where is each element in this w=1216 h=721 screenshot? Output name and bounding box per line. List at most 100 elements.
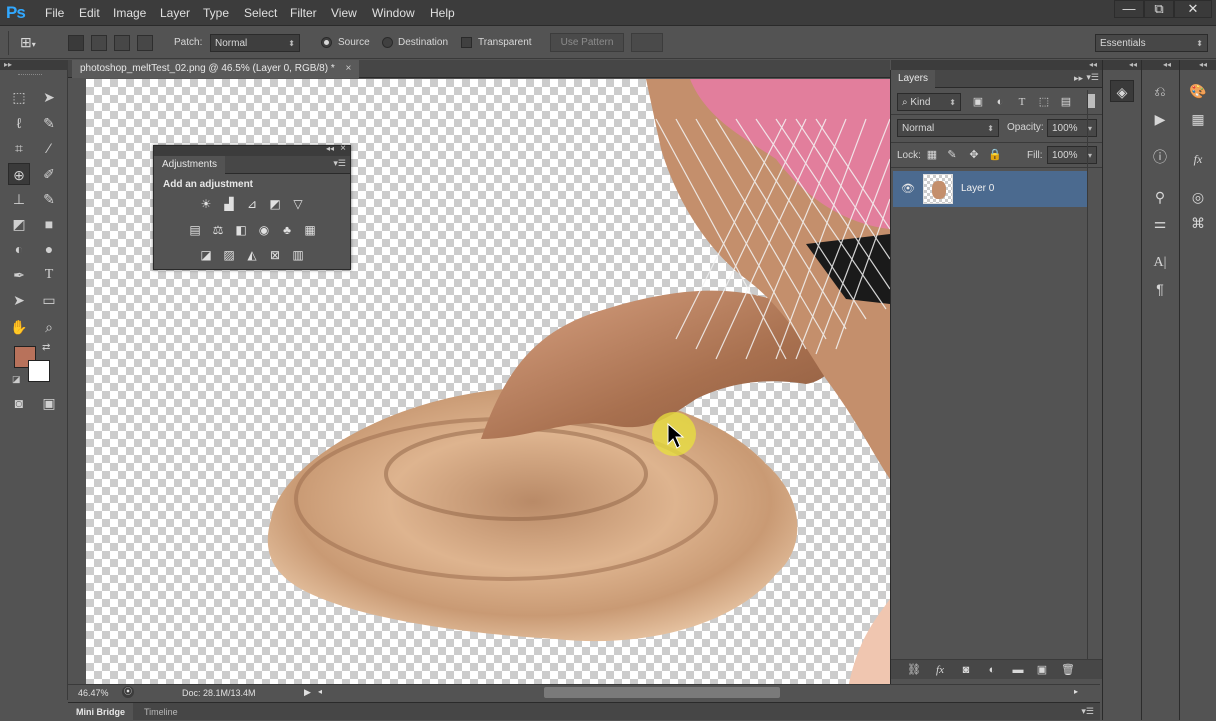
menu-type[interactable]: Type: [203, 6, 229, 20]
menu-file[interactable]: File: [45, 6, 64, 20]
eraser-tool-icon[interactable]: ◩: [8, 213, 30, 235]
subtract-from-selection-button[interactable]: [114, 35, 130, 51]
screen-mode-icon[interactable]: ▣: [38, 392, 60, 414]
styles-panel-icon[interactable]: fx: [1186, 148, 1210, 170]
photo-filter-icon[interactable]: ◉: [256, 223, 272, 237]
vibrance-icon[interactable]: ▽: [290, 197, 306, 211]
dock-collapse-icon[interactable]: ◂◂: [1199, 60, 1207, 69]
crop-tool-icon[interactable]: ⌗: [8, 137, 30, 159]
dock-collapse-icon[interactable]: ◂◂: [1129, 60, 1137, 69]
new-layer-icon[interactable]: ▣: [1035, 663, 1049, 677]
source-label[interactable]: Source: [338, 37, 370, 48]
gradient-tool-icon[interactable]: ■: [38, 213, 60, 235]
add-to-selection-button[interactable]: [91, 35, 107, 51]
threshold-icon[interactable]: ◭: [244, 248, 260, 262]
background-color-swatch[interactable]: [28, 360, 50, 382]
filter-type-icon[interactable]: T: [1015, 95, 1029, 109]
move-tool-icon[interactable]: ➤: [38, 86, 60, 108]
type-tool-icon[interactable]: T: [38, 264, 60, 286]
layer-row[interactable]: 👁 Layer 0: [893, 171, 1087, 207]
filter-toggle[interactable]: [1087, 94, 1095, 108]
color-lookup-icon[interactable]: ▦: [302, 223, 318, 237]
dodge-tool-icon[interactable]: ●: [38, 238, 60, 260]
menu-select[interactable]: Select: [244, 6, 277, 20]
tab-layers[interactable]: Layers: [891, 70, 936, 88]
horizontal-scrollbar-thumb[interactable]: [544, 687, 780, 698]
minimize-button[interactable]: —: [1114, 0, 1144, 18]
lock-position-icon[interactable]: ✥: [967, 148, 981, 162]
layer-name[interactable]: Layer 0: [961, 183, 994, 194]
adjustments-panel[interactable]: ◂◂ × Adjustments ▾☰ Add an adjustment ☀ …: [153, 143, 351, 270]
posterize-icon[interactable]: ▨: [221, 248, 237, 262]
color-balance-icon[interactable]: ⚖: [210, 223, 226, 237]
hue-saturation-icon[interactable]: ▤: [187, 223, 203, 237]
patch-tool-icon[interactable]: ⊕: [8, 163, 30, 185]
zoom-level[interactable]: 46.47%: [78, 688, 109, 698]
expand-icon[interactable]: ▸▸: [1074, 73, 1083, 84]
actions-panel-icon[interactable]: ▶: [1148, 108, 1172, 130]
close-tab-icon[interactable]: ×: [346, 63, 352, 74]
swap-colors-icon[interactable]: ⇄: [42, 342, 50, 353]
menu-view[interactable]: View: [331, 6, 357, 20]
eye-visibility-icon[interactable]: 👁: [901, 182, 915, 195]
use-pattern-button[interactable]: Use Pattern: [550, 33, 624, 52]
collapse-icon[interactable]: ◂◂: [326, 144, 334, 153]
fill-field[interactable]: 100% ▾: [1047, 146, 1097, 164]
eyedropper-tool-icon[interactable]: ⁄: [38, 137, 60, 159]
quick-selection-tool-icon[interactable]: ✎: [38, 112, 60, 134]
destination-label[interactable]: Destination: [398, 37, 448, 48]
channels-panel-icon[interactable]: ◎: [1186, 186, 1210, 208]
invert-icon[interactable]: ◪: [198, 248, 214, 262]
layer-filter-dropdown[interactable]: ⌕ Kind ⬍: [897, 93, 961, 111]
adjustments-panel-header[interactable]: ◂◂ ×: [154, 143, 350, 156]
history-brush-tool-icon[interactable]: ✎: [38, 188, 60, 210]
document-tab[interactable]: photoshop_meltTest_02.png @ 46.5% (Layer…: [72, 60, 360, 78]
opacity-field[interactable]: 100% ▾: [1047, 119, 1097, 137]
scroll-right-icon[interactable]: ▸: [1074, 687, 1078, 696]
paragraph-panel-icon[interactable]: ¶: [1148, 278, 1172, 300]
source-radio[interactable]: [321, 37, 332, 48]
menu-window[interactable]: Window: [372, 6, 415, 20]
shape-tool-icon[interactable]: ▭: [38, 289, 60, 311]
gradient-map-icon[interactable]: ▥: [290, 248, 306, 262]
filter-adjustment-icon[interactable]: ◐: [993, 95, 1007, 109]
fx-icon[interactable]: fx: [933, 663, 947, 677]
marquee-tool-icon[interactable]: ⬚: [8, 86, 30, 108]
intersect-selection-button[interactable]: [137, 35, 153, 51]
history-panel-icon[interactable]: ⎌: [1148, 80, 1172, 102]
brightness-contrast-icon[interactable]: ☀: [198, 197, 214, 211]
lock-transparency-icon[interactable]: ▦: [925, 148, 939, 162]
status-share-icon[interactable]: ⦿: [122, 686, 134, 698]
clone-stamp-tool-icon[interactable]: ⊥: [8, 188, 30, 210]
new-adjustment-layer-icon[interactable]: ◐: [985, 663, 999, 677]
menu-help[interactable]: Help: [430, 6, 455, 20]
tool-preset-patch-icon[interactable]: ⊞▾: [20, 34, 46, 52]
add-mask-icon[interactable]: ◙: [959, 663, 973, 677]
info-panel-icon[interactable]: ⓘ: [1148, 146, 1172, 168]
levels-icon[interactable]: ▟: [221, 197, 237, 211]
menu-filter[interactable]: Filter: [290, 6, 317, 20]
selective-color-icon[interactable]: ⊠: [267, 248, 283, 262]
tab-timeline[interactable]: Timeline: [144, 707, 178, 717]
blend-mode-dropdown[interactable]: Normal ⬍: [897, 119, 999, 137]
channel-mixer-icon[interactable]: ♣: [279, 223, 295, 237]
lasso-tool-icon[interactable]: ℓ: [8, 112, 30, 134]
tools-collapse-icon[interactable]: ▸▸: [0, 60, 68, 70]
transparent-checkbox[interactable]: [461, 37, 472, 48]
quick-mask-icon[interactable]: ◙: [8, 392, 30, 414]
tool-presets-icon[interactable]: ⚌: [1148, 212, 1172, 234]
layers-collapse-icon[interactable]: ◂◂: [891, 60, 1103, 70]
new-selection-button[interactable]: [68, 35, 84, 51]
workspace-dropdown[interactable]: Essentials ⬍: [1095, 34, 1208, 52]
exposure-icon[interactable]: ◩: [267, 197, 283, 211]
curves-icon[interactable]: ⊿: [244, 197, 260, 211]
menu-layer[interactable]: Layer: [160, 6, 190, 20]
bottom-panel-menu-icon[interactable]: ▾☰: [1081, 706, 1094, 717]
zoom-tool-icon[interactable]: ⌕: [38, 316, 60, 338]
destination-radio[interactable]: [382, 37, 393, 48]
swatches-panel-icon[interactable]: ▦: [1186, 108, 1210, 130]
link-layers-icon[interactable]: ⛓: [907, 663, 921, 677]
filter-smart-object-icon[interactable]: ▤: [1059, 95, 1073, 109]
hand-tool-icon[interactable]: ✋: [8, 316, 30, 338]
brush-tool-icon[interactable]: ✐: [38, 163, 60, 185]
